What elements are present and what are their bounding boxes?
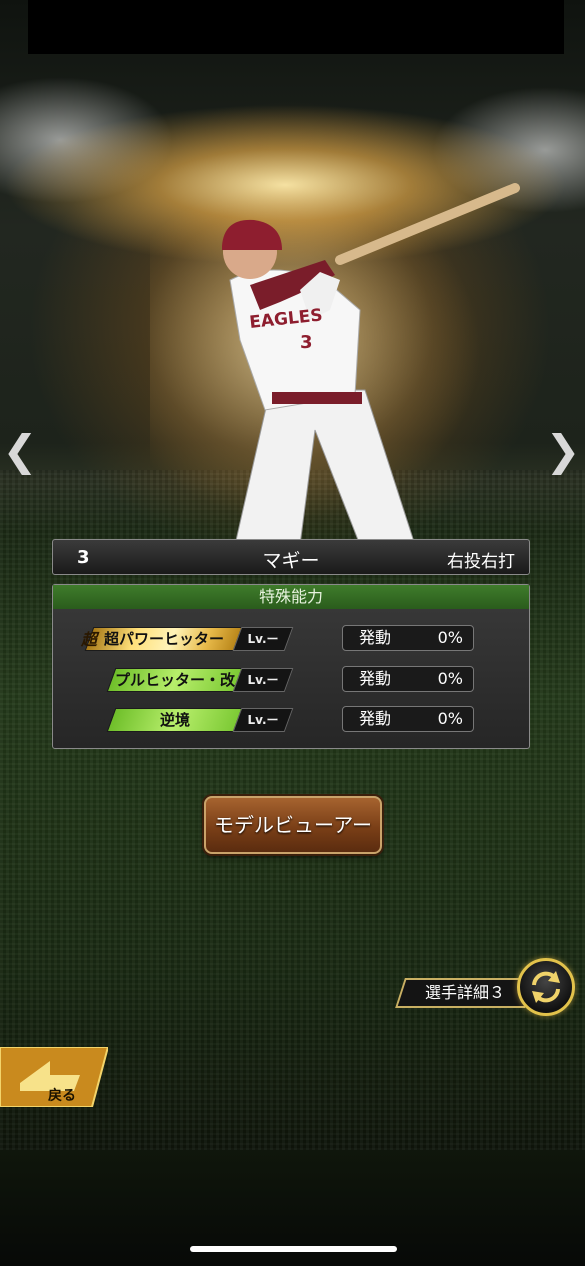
ability-badge-gold: 超パワーヒッター [84,627,244,651]
next-player-button[interactable]: ❯ [545,425,581,477]
ability-level: Lv.ー [232,708,294,732]
chevron-left-icon: ❮ [2,426,38,475]
ability-panel-header: 特殊能力 [53,585,529,609]
refresh-icon [532,971,560,1003]
ability-row[interactable]: 逆境 Lv.ー 発動 0% [53,706,529,732]
ability-panel: 特殊能力 超パワーヒッター 超 Lv.ー 発動 0% プルヒッター・改 Lv.ー… [52,584,530,749]
player-name-bar: 3 マギー 右投右打 [52,539,530,575]
ability-level: Lv.ー [232,627,294,651]
ability-row[interactable]: 超パワーヒッター 超 Lv.ー 発動 0% [53,625,529,651]
back-button[interactable]: 戻る [0,1047,108,1107]
ability-badge-green: 逆境 [106,708,244,732]
ability-label: プルヒッター・改 [114,671,235,689]
trigger-status: 発動 0% [342,625,474,651]
switch-button[interactable] [517,958,575,1016]
ability-badge-green: プルヒッター・改 [106,668,244,692]
player-detail-button[interactable]: 選手詳細３ [395,978,535,1008]
uniform-number: 3 [300,332,313,353]
trigger-status: 発動 0% [342,706,474,732]
ability-row[interactable]: プルヒッター・改 Lv.ー 発動 0% [53,666,529,692]
back-label: 戻る [47,1087,76,1104]
throw-bat-hand: 右投右打 [447,552,515,572]
prev-player-button[interactable]: ❮ [2,425,38,477]
home-indicator[interactable] [190,1246,397,1252]
super-prefix-mark: 超 [81,630,98,649]
status-bar [28,0,564,54]
ability-label: 超パワーヒッター [103,630,224,648]
player-artwork: EAGLES 3 [150,180,520,546]
ability-label: 逆境 [159,711,190,729]
ability-level: Lv.ー [232,668,294,692]
trigger-status: 発動 0% [342,666,474,692]
chevron-right-icon: ❯ [545,426,581,475]
model-viewer-button[interactable]: モデルビューアー [204,796,382,854]
player-detail-label: 選手詳細３ [424,983,505,1002]
